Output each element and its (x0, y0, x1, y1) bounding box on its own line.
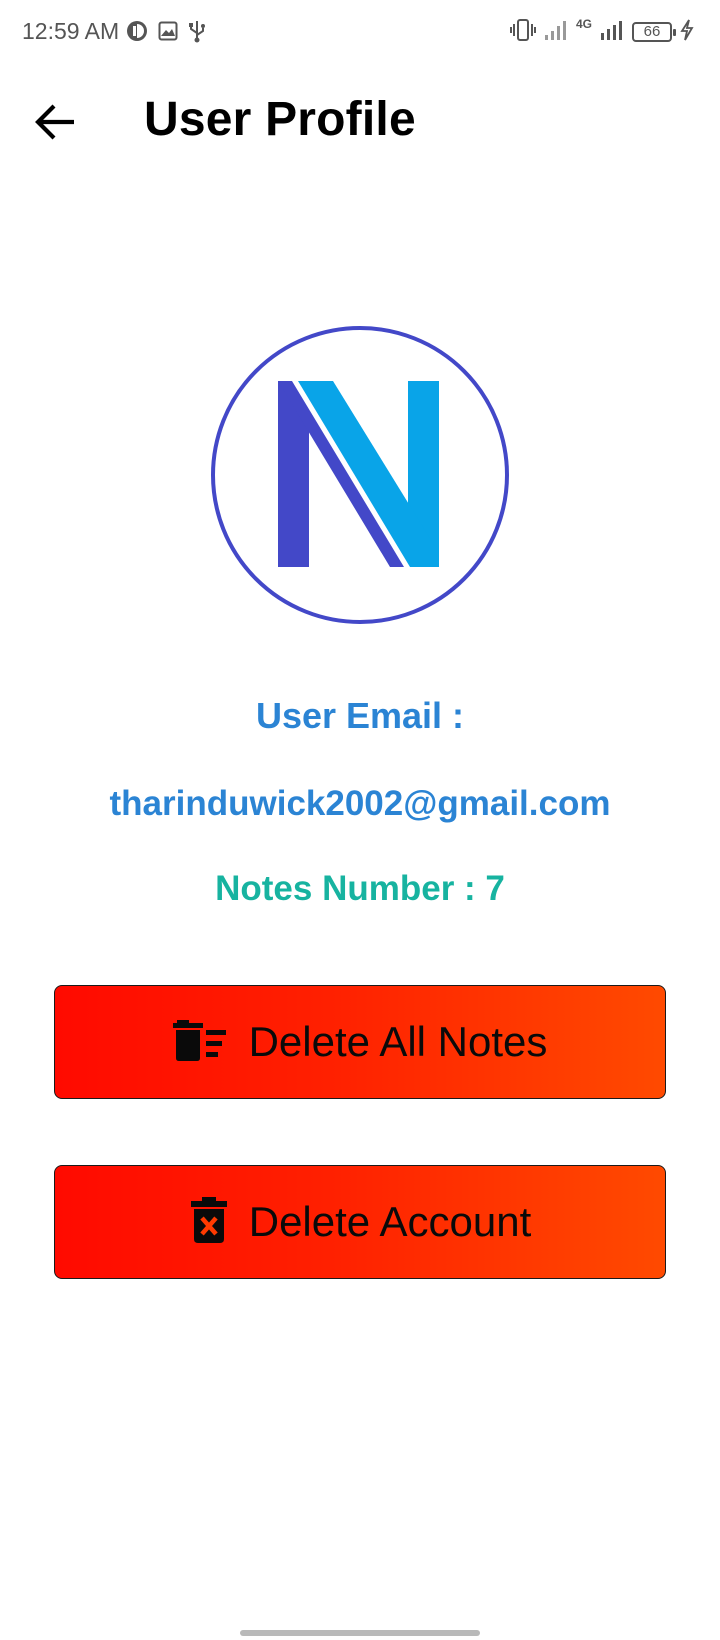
app-bar: User Profile (0, 72, 720, 172)
signal-icon (544, 19, 568, 46)
delete-account-label: Delete Account (248, 1198, 532, 1245)
delete-sweep-icon (172, 1018, 229, 1067)
avatar (210, 325, 510, 625)
signal-4g-icon (600, 19, 624, 46)
page-title: User Profile (144, 93, 416, 146)
charging-icon (680, 19, 694, 46)
battery-icon: 66 (632, 22, 676, 42)
status-time: 12:59 AM (22, 18, 120, 44)
back-button[interactable] (30, 96, 82, 148)
network-type: 4G (575, 17, 592, 31)
user-email: tharinduwick2002@gmail.com (109, 784, 611, 823)
usb-icon (188, 19, 206, 48)
vpn-icon (126, 20, 148, 47)
delete-forever-icon (189, 1196, 229, 1249)
status-right-icons: 4G 66 (509, 17, 694, 47)
home-indicator[interactable] (240, 1630, 480, 1636)
status-bar: 12:59 AM 4G 66 (0, 0, 720, 66)
gallery-icon (158, 21, 178, 46)
notes-count: Notes Number : 7 (215, 869, 505, 908)
email-label: User Email : (255, 695, 465, 736)
delete-all-notes-button[interactable]: Delete All Notes (54, 985, 666, 1099)
app-logo-icon (211, 326, 509, 624)
status-left-icons (126, 20, 206, 46)
arrow-left-icon (35, 104, 74, 140)
vibrate-icon (509, 18, 536, 47)
delete-account-button[interactable]: Delete Account (54, 1165, 666, 1279)
delete-all-notes-label: Delete All Notes (248, 1018, 548, 1065)
